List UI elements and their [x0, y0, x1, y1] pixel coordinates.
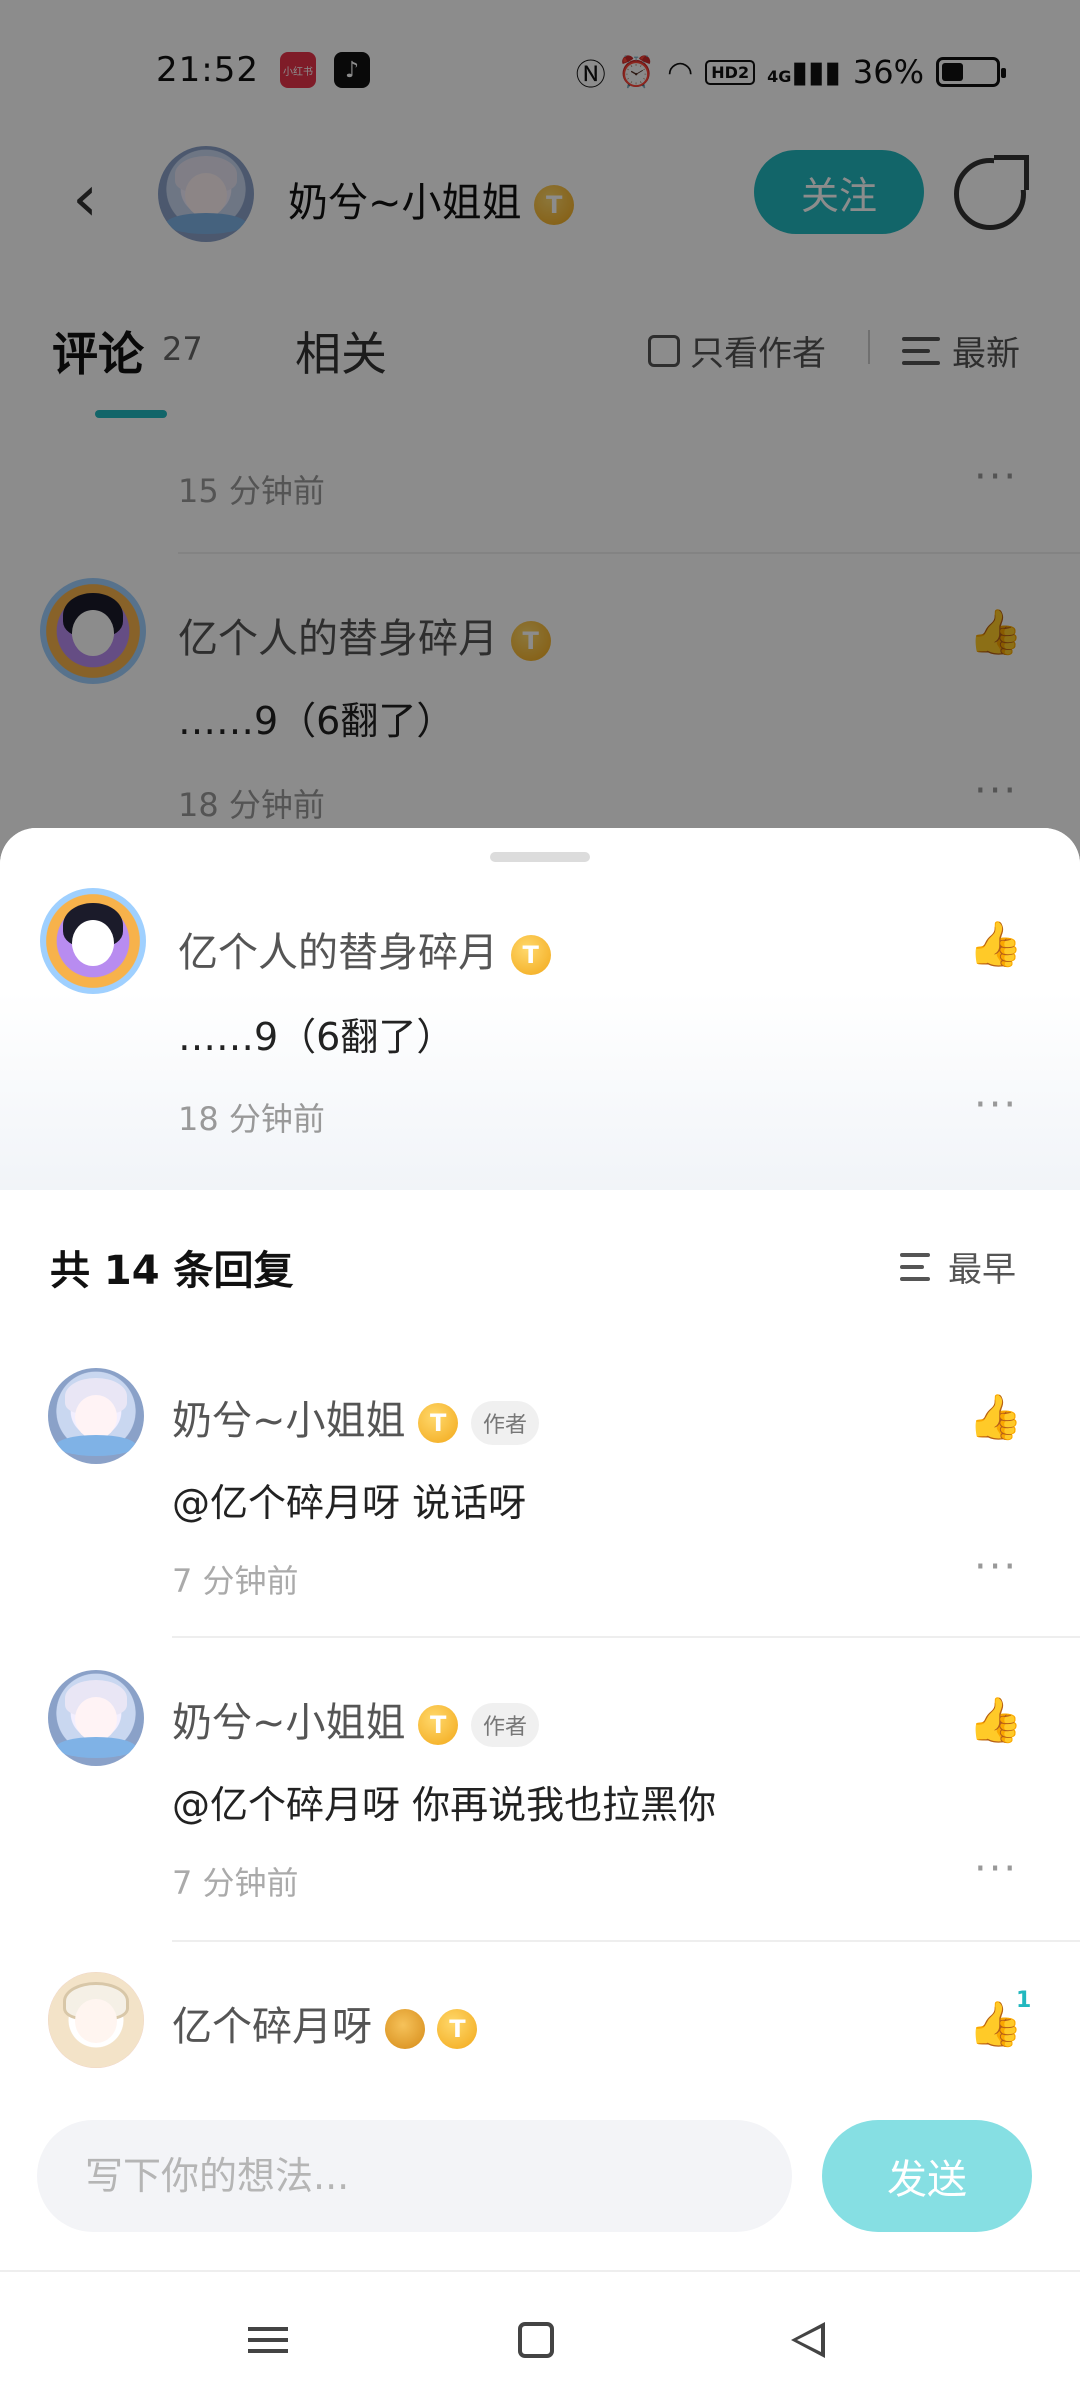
reply-user-text: 亿个碎月呀	[172, 2004, 372, 2050]
more-icon[interactable]: ···	[974, 1544, 1018, 1590]
reply-avatar[interactable]	[48, 1368, 144, 1464]
like-icon[interactable]: 👍	[968, 920, 1023, 970]
sheet-handle[interactable]	[490, 852, 590, 862]
comment-input[interactable]	[37, 2120, 792, 2232]
parent-user-text: 亿个人的替身碎月	[178, 930, 498, 976]
reply-user[interactable]: 亿个碎月呀 T	[172, 1994, 478, 2052]
like-icon[interactable]: 👍	[968, 1696, 1023, 1746]
reply-user-text: 奶兮~小姐姐	[172, 1398, 406, 1444]
like-count: 1	[1016, 1988, 1032, 2013]
home-icon[interactable]	[506, 2310, 566, 2370]
cookie-emoji-icon	[384, 2009, 425, 2049]
reply-avatar[interactable]	[48, 1670, 144, 1766]
author-tag: 作者	[470, 1401, 539, 1445]
parent-time: 18 分钟前	[178, 1100, 325, 1138]
recent-apps-icon[interactable]	[238, 2310, 298, 2370]
reply-user-text: 奶兮~小姐姐	[172, 1700, 406, 1746]
reply-time: 7 分钟前	[172, 1864, 299, 1902]
reply-user[interactable]: 奶兮~小姐姐 T 作者	[172, 1388, 539, 1446]
parent-avatar[interactable]	[40, 888, 146, 994]
send-button[interactable]: 发送	[822, 2120, 1032, 2232]
parent-text: ……9（6翻了）	[178, 1015, 455, 1059]
coin-badge-icon: T	[437, 2009, 478, 2049]
sort-icon	[900, 1251, 938, 1283]
like-icon[interactable]: 👍	[968, 1393, 1023, 1443]
liked-icon[interactable]: 👍	[968, 2000, 1023, 2050]
replies-count-header: 共 14 条回复	[50, 1248, 294, 1294]
system-nav-bar	[0, 2270, 1080, 2400]
reply-text: @亿个碎月呀 说话呀	[172, 1481, 527, 1525]
sort-earliest-label: 最早	[948, 1250, 1016, 1290]
comment-input-bar: 发送	[0, 2090, 1080, 2280]
author-tag: 作者	[470, 1703, 539, 1747]
reply-user[interactable]: 奶兮~小姐姐 T 作者	[172, 1690, 539, 1748]
coin-badge-icon: T	[510, 935, 551, 975]
sort-earliest-button[interactable]: 最早	[900, 1242, 1016, 1291]
parent-comment: 亿个人的替身碎月 T 👍 ……9（6翻了） 18 分钟前 ···	[0, 828, 1080, 1190]
coin-badge-icon: T	[418, 1705, 459, 1745]
separator	[172, 1940, 1080, 1942]
parent-user[interactable]: 亿个人的替身碎月 T	[178, 920, 551, 978]
reply-avatar[interactable]	[48, 1972, 144, 2068]
more-icon[interactable]: ···	[974, 1846, 1018, 1892]
coin-badge-icon: T	[418, 1403, 459, 1443]
more-icon[interactable]: ···	[974, 1082, 1018, 1128]
replies-sheet: 亿个人的替身碎月 T 👍 ……9（6翻了） 18 分钟前 ··· 共 14 条回…	[0, 828, 1080, 2400]
reply-text: @亿个碎月呀 你再说我也拉黑你	[172, 1783, 717, 1827]
back-nav-icon[interactable]	[778, 2310, 838, 2370]
separator	[172, 1636, 1080, 1638]
reply-time: 7 分钟前	[172, 1562, 299, 1600]
